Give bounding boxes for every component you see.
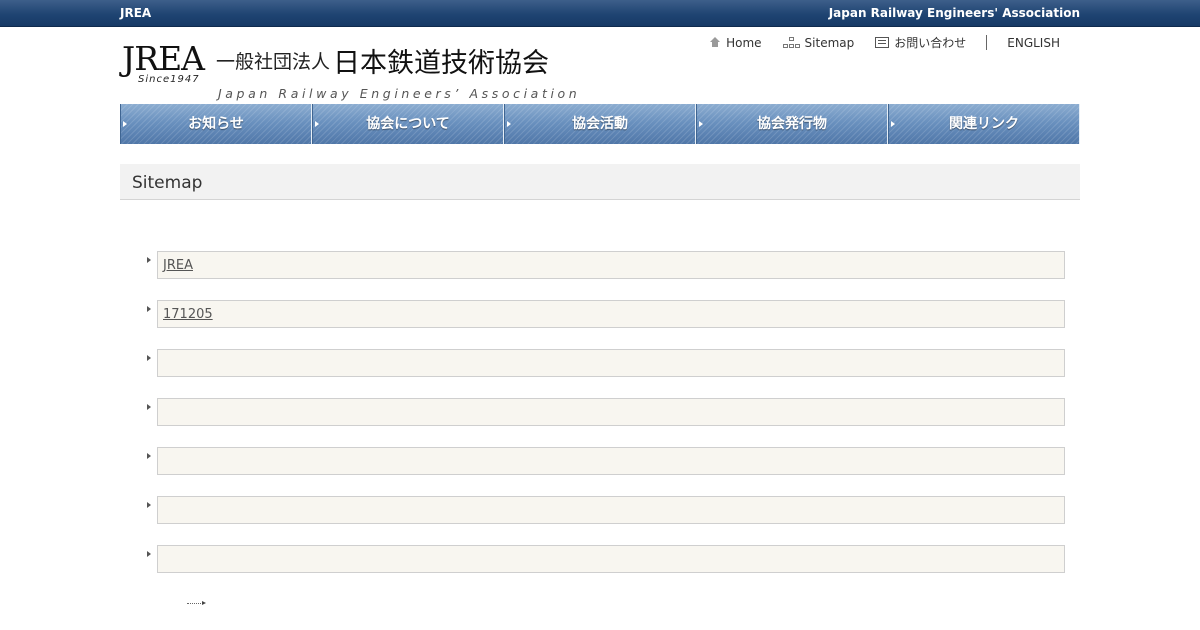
english-link[interactable]: ENGLISH [1007,36,1060,50]
logo-org-type: 一般社団法人 [216,51,331,73]
top-strip-right-text: Japan Railway Engineers' Association [828,6,1080,20]
top-strip: JREA Japan Railway Engineers' Associatio… [0,0,1200,27]
contact-form-icon [875,37,890,48]
divider [986,35,988,50]
list-item-box[interactable] [157,349,1065,377]
list-item [145,349,1065,377]
home-icon [709,37,721,48]
list-item [145,447,1065,475]
list-item [145,545,1065,573]
logo-org-name: 日本鉄道技術協会 [333,48,549,79]
top-strip-left-text: JREA [120,6,152,20]
logo-since: Since1947 [138,74,200,85]
bullet-arrow-icon [147,306,151,312]
nav-item-activities[interactable]: 協会活動 [504,104,696,144]
list-item [145,398,1065,426]
sitemap-icon [782,37,800,48]
main-nav: お知らせ 協会について 協会活動 協会発行物 関連リンク [120,104,1080,144]
sitemap-link[interactable]: Sitemap [782,35,855,50]
home-link-label: Home [726,35,762,50]
sitemap-link-label: Sitemap [804,35,855,50]
english-link-label: ENGLISH [1007,35,1060,50]
logo-english-name: Japan Railway Engineers’ Association [218,86,581,101]
page-title-bar: Sitemap [120,164,1080,200]
nav-item-links[interactable]: 関連リンク [888,104,1080,144]
bullet-arrow-icon [147,551,151,557]
sitemap-entry-link[interactable]: JREA [163,258,193,273]
contact-link-label: お問い合わせ [894,36,967,50]
page-top-arrow-icon[interactable] [187,600,206,606]
home-link[interactable]: Home [709,35,762,50]
list-item-box: 171205 [157,300,1065,328]
bullet-arrow-icon [147,257,151,263]
bullet-arrow-icon [147,453,151,459]
list-item-box: JREA [157,251,1065,279]
list-item-box[interactable] [157,545,1065,573]
bullet-arrow-icon [147,355,151,361]
logo-mark: JREA [122,39,205,78]
bullet-arrow-icon [147,502,151,508]
list-item-box[interactable] [157,496,1065,524]
list-item-box[interactable] [157,447,1065,475]
page-title: Sitemap [132,173,203,193]
nav-item-news[interactable]: お知らせ [120,104,312,144]
header: JREA Since1947 一般社団法人 日本鉄道技術協会 Japan Rai… [120,27,1080,103]
list-item [145,496,1065,524]
list-item: 171205 [145,300,1065,328]
utility-nav: Home Sitemap お問い合わせ ENGLISH [709,34,1060,51]
contact-link[interactable]: お問い合わせ [875,34,966,51]
bullet-arrow-icon [147,404,151,410]
nav-item-publications[interactable]: 協会発行物 [696,104,888,144]
nav-item-about[interactable]: 協会について [312,104,504,144]
list-item-box[interactable] [157,398,1065,426]
sitemap-list: JREA 171205 [145,251,1065,594]
list-item: JREA [145,251,1065,279]
site-logo[interactable]: JREA Since1947 一般社団法人 日本鉄道技術協会 Japan Rai… [120,39,577,102]
sitemap-entry-link[interactable]: 171205 [163,307,213,322]
